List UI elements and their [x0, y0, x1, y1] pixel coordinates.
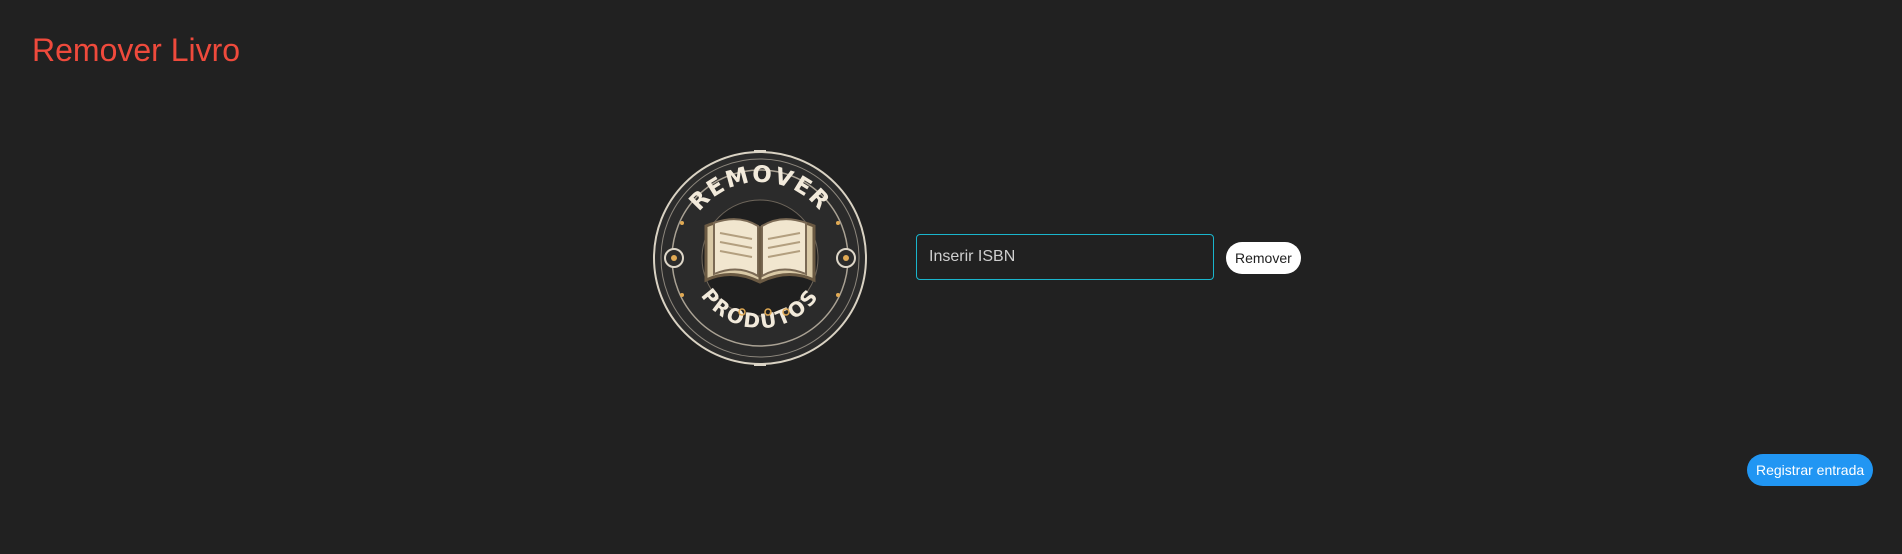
right-gear-icon: [836, 248, 856, 268]
remove-button[interactable]: Remover: [1226, 242, 1301, 274]
remove-book-page: Remover Livro REMOVER PRODUTOS Inserir I…: [0, 0, 1902, 554]
isbn-input[interactable]: [916, 234, 1214, 280]
page-title: Remover Livro: [32, 32, 241, 68]
register-entry-button[interactable]: Registrar entrada: [1747, 454, 1874, 486]
remove-products-logo: REMOVER PRODUTOS: [653, 150, 867, 366]
book-emblem-icon: [704, 218, 816, 284]
left-gear-icon: [664, 248, 684, 268]
